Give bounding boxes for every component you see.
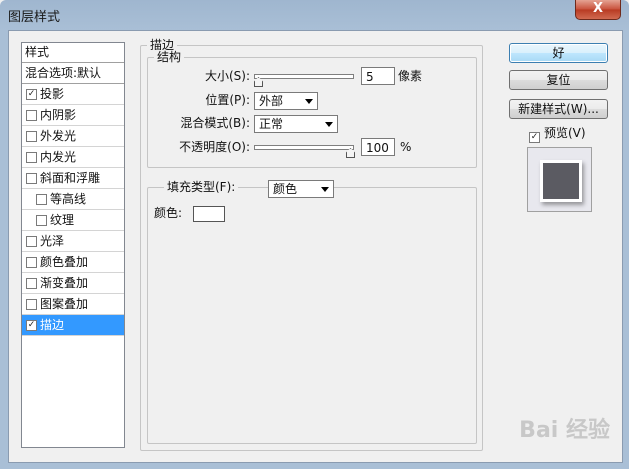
style-item[interactable]: 斜面和浮雕 bbox=[22, 168, 124, 189]
style-item-label: 投影 bbox=[40, 87, 65, 101]
position-label: 位置(P): bbox=[205, 93, 250, 107]
size-input[interactable]: 5 bbox=[361, 67, 395, 85]
blend-mode-select[interactable]: 正常 bbox=[254, 115, 338, 133]
style-preview bbox=[527, 147, 592, 212]
style-item-checkbox[interactable] bbox=[36, 215, 47, 226]
ok-button[interactable]: 好 bbox=[509, 43, 608, 63]
style-item-label: 颜色叠加 bbox=[40, 255, 89, 269]
style-item[interactable]: 纹理 bbox=[22, 210, 124, 231]
style-item[interactable]: 内阴影 bbox=[22, 105, 124, 126]
chevron-down-icon bbox=[321, 187, 329, 192]
blend-mode-label: 混合模式(B): bbox=[180, 116, 250, 130]
style-item-checkbox[interactable] bbox=[26, 110, 37, 121]
size-unit: 像素 bbox=[398, 69, 423, 83]
style-item-checkbox[interactable] bbox=[26, 173, 37, 184]
style-item-label: 纹理 bbox=[50, 213, 75, 227]
style-item-label: 斜面和浮雕 bbox=[40, 171, 101, 185]
style-item-checkbox[interactable] bbox=[26, 236, 37, 247]
style-item-label: 图案叠加 bbox=[40, 297, 89, 311]
position-select[interactable]: 外部 bbox=[254, 92, 318, 110]
fill-type-select[interactable]: 颜色 bbox=[268, 180, 334, 198]
close-button[interactable]: X bbox=[575, 0, 621, 20]
style-item[interactable]: 外发光 bbox=[22, 126, 124, 147]
stroke-group: 描边 结构 大小(S): 5 像素 位置(P): 外部 混合模式(B): 正常 bbox=[140, 38, 483, 451]
chevron-down-icon bbox=[325, 122, 333, 127]
style-item[interactable]: 渐变叠加 bbox=[22, 273, 124, 294]
size-slider-track[interactable] bbox=[254, 74, 354, 79]
style-item-label: 渐变叠加 bbox=[40, 276, 89, 290]
style-item-checkbox[interactable]: ✓ bbox=[26, 89, 37, 100]
style-item[interactable]: 内发光 bbox=[22, 147, 124, 168]
dialog-client: 样式 混合选项:默认 ✓ 投影 内阴影 外发光 内发光 斜面和浮雕 等高线 纹理 光泽 颜色叠加渐… bbox=[8, 30, 623, 463]
new-style-button[interactable]: 新建样式(W)... bbox=[509, 99, 608, 119]
style-item-checkbox[interactable] bbox=[26, 278, 37, 289]
reset-button[interactable]: 复位 bbox=[509, 70, 608, 90]
opacity-label: 不透明度(O): bbox=[179, 140, 250, 154]
style-item-checkbox[interactable] bbox=[26, 299, 37, 310]
style-item[interactable]: 等高线 bbox=[22, 189, 124, 210]
watermark: Bai 经验 bbox=[519, 418, 610, 443]
structure-group-title: 结构 bbox=[154, 50, 185, 64]
blend-mode-select-value: 正常 bbox=[259, 117, 284, 131]
style-item-checkbox[interactable] bbox=[36, 194, 47, 205]
opacity-unit: % bbox=[400, 140, 412, 154]
style-item[interactable]: 图案叠加 bbox=[22, 294, 124, 315]
style-item[interactable]: ✓ 描边 bbox=[22, 315, 124, 336]
color-label: 颜色: bbox=[154, 206, 183, 220]
style-item[interactable]: 颜色叠加 bbox=[22, 252, 124, 273]
window-title: 图层样式 bbox=[8, 10, 61, 25]
style-item[interactable]: 光泽 bbox=[22, 231, 124, 252]
style-item-label: 内发光 bbox=[40, 150, 77, 164]
styles-list-header[interactable]: 样式 bbox=[22, 43, 124, 63]
dialog-window: 图层样式 X 样式 混合选项:默认 ✓ 投影 内阴影 外发光 内发光 斜面和浮雕 等高线 纹理… bbox=[0, 0, 629, 469]
style-item-checkbox[interactable] bbox=[26, 131, 37, 142]
blending-options-item[interactable]: 混合选项:默认 bbox=[22, 63, 124, 84]
position-select-value: 外部 bbox=[259, 94, 284, 108]
structure-group: 结构 大小(S): 5 像素 位置(P): 外部 混合模式(B): 正常 不透明… bbox=[147, 50, 477, 168]
fill-type-label: 填充类型(F): bbox=[164, 180, 239, 194]
title-bar[interactable]: 图层样式 X bbox=[0, 0, 629, 30]
style-item-label: 外发光 bbox=[40, 129, 77, 143]
fill-type-group: 填充类型(F): 颜色 颜色: bbox=[147, 180, 477, 444]
chevron-down-icon bbox=[305, 99, 313, 104]
opacity-slider-track[interactable] bbox=[254, 145, 354, 150]
preview-checkbox-row[interactable]: ✓ 预览(V) bbox=[529, 124, 586, 143]
fill-type-select-value: 颜色 bbox=[273, 182, 298, 196]
preview-label: 预览(V) bbox=[544, 126, 586, 140]
style-item-label: 内阴影 bbox=[40, 108, 77, 122]
style-item[interactable]: ✓ 投影 bbox=[22, 84, 124, 105]
stroke-color-swatch[interactable] bbox=[193, 206, 225, 222]
style-item-label: 光泽 bbox=[40, 234, 65, 248]
styles-list: 样式 混合选项:默认 ✓ 投影 内阴影 外发光 内发光 斜面和浮雕 等高线 纹理 光泽 颜色叠加渐… bbox=[21, 42, 125, 448]
preview-thumbnail bbox=[540, 160, 582, 202]
size-label: 大小(S): bbox=[204, 69, 250, 83]
style-item-checkbox[interactable] bbox=[26, 152, 37, 163]
style-item-label: 描边 bbox=[40, 318, 65, 332]
opacity-input[interactable]: 100 bbox=[361, 138, 395, 156]
style-item-checkbox[interactable] bbox=[26, 257, 37, 268]
style-item-label: 等高线 bbox=[50, 192, 87, 206]
style-item-checkbox[interactable]: ✓ bbox=[26, 320, 37, 331]
preview-checkbox[interactable]: ✓ bbox=[529, 132, 540, 143]
